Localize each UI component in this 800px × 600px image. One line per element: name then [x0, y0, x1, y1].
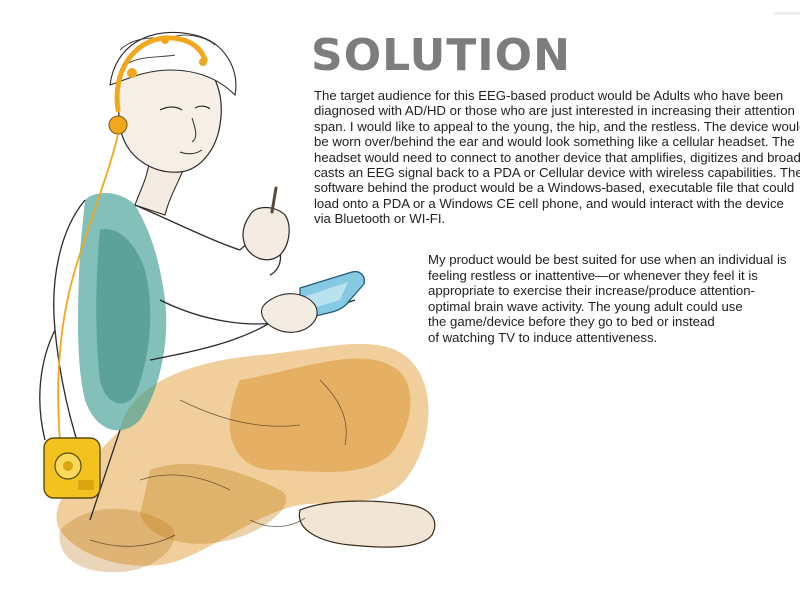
text-line: the game/device before they go to bed or… — [428, 314, 715, 330]
text-line: optimal brain wave activity. The young a… — [428, 298, 743, 314]
text-line: feeling restless or inattentive—or whene… — [428, 267, 758, 283]
raised-hand — [242, 186, 290, 261]
holding-hand — [260, 293, 318, 333]
target-audience-paragraph: The target audience for this EEG-based p… — [314, 88, 800, 227]
text-line: be worn over/behind the ear and would lo… — [314, 134, 795, 150]
usage-paragraph: My product would be best suited for use … — [428, 252, 788, 346]
text-line: software behind the product would be a W… — [314, 180, 795, 196]
amplifier-device — [43, 437, 101, 499]
corner-mark — [774, 12, 800, 15]
text-line: casts an EEG signal back to a PDA or Cel… — [314, 165, 800, 181]
text-line: appropriate to exercise their increase/p… — [428, 283, 755, 299]
headset-node — [199, 58, 207, 66]
foot-shape — [298, 500, 436, 548]
text-line: The target audience for this EEG-based p… — [314, 88, 784, 103]
text-line: via Bluetooth or WI-FI. — [314, 211, 446, 227]
text-line: of watching TV to induce attentiveness. — [428, 329, 658, 345]
text-line: headset would need to connect to another… — [314, 149, 800, 165]
text-line: load onto a PDA or a Windows CE cell pho… — [314, 195, 784, 211]
headset-node — [161, 36, 169, 44]
page-title: SOLUTION — [311, 30, 571, 81]
page: SOLUTION The target audience for this EE… — [0, 0, 800, 600]
headset-node — [127, 68, 137, 78]
text-line: span. I would like to appeal to the youn… — [314, 118, 800, 134]
text-line: My product would be best suited for use … — [428, 252, 787, 267]
text-line: diagnosed with AD/HD or those who are ju… — [314, 103, 795, 119]
headset-earpiece — [108, 115, 128, 135]
